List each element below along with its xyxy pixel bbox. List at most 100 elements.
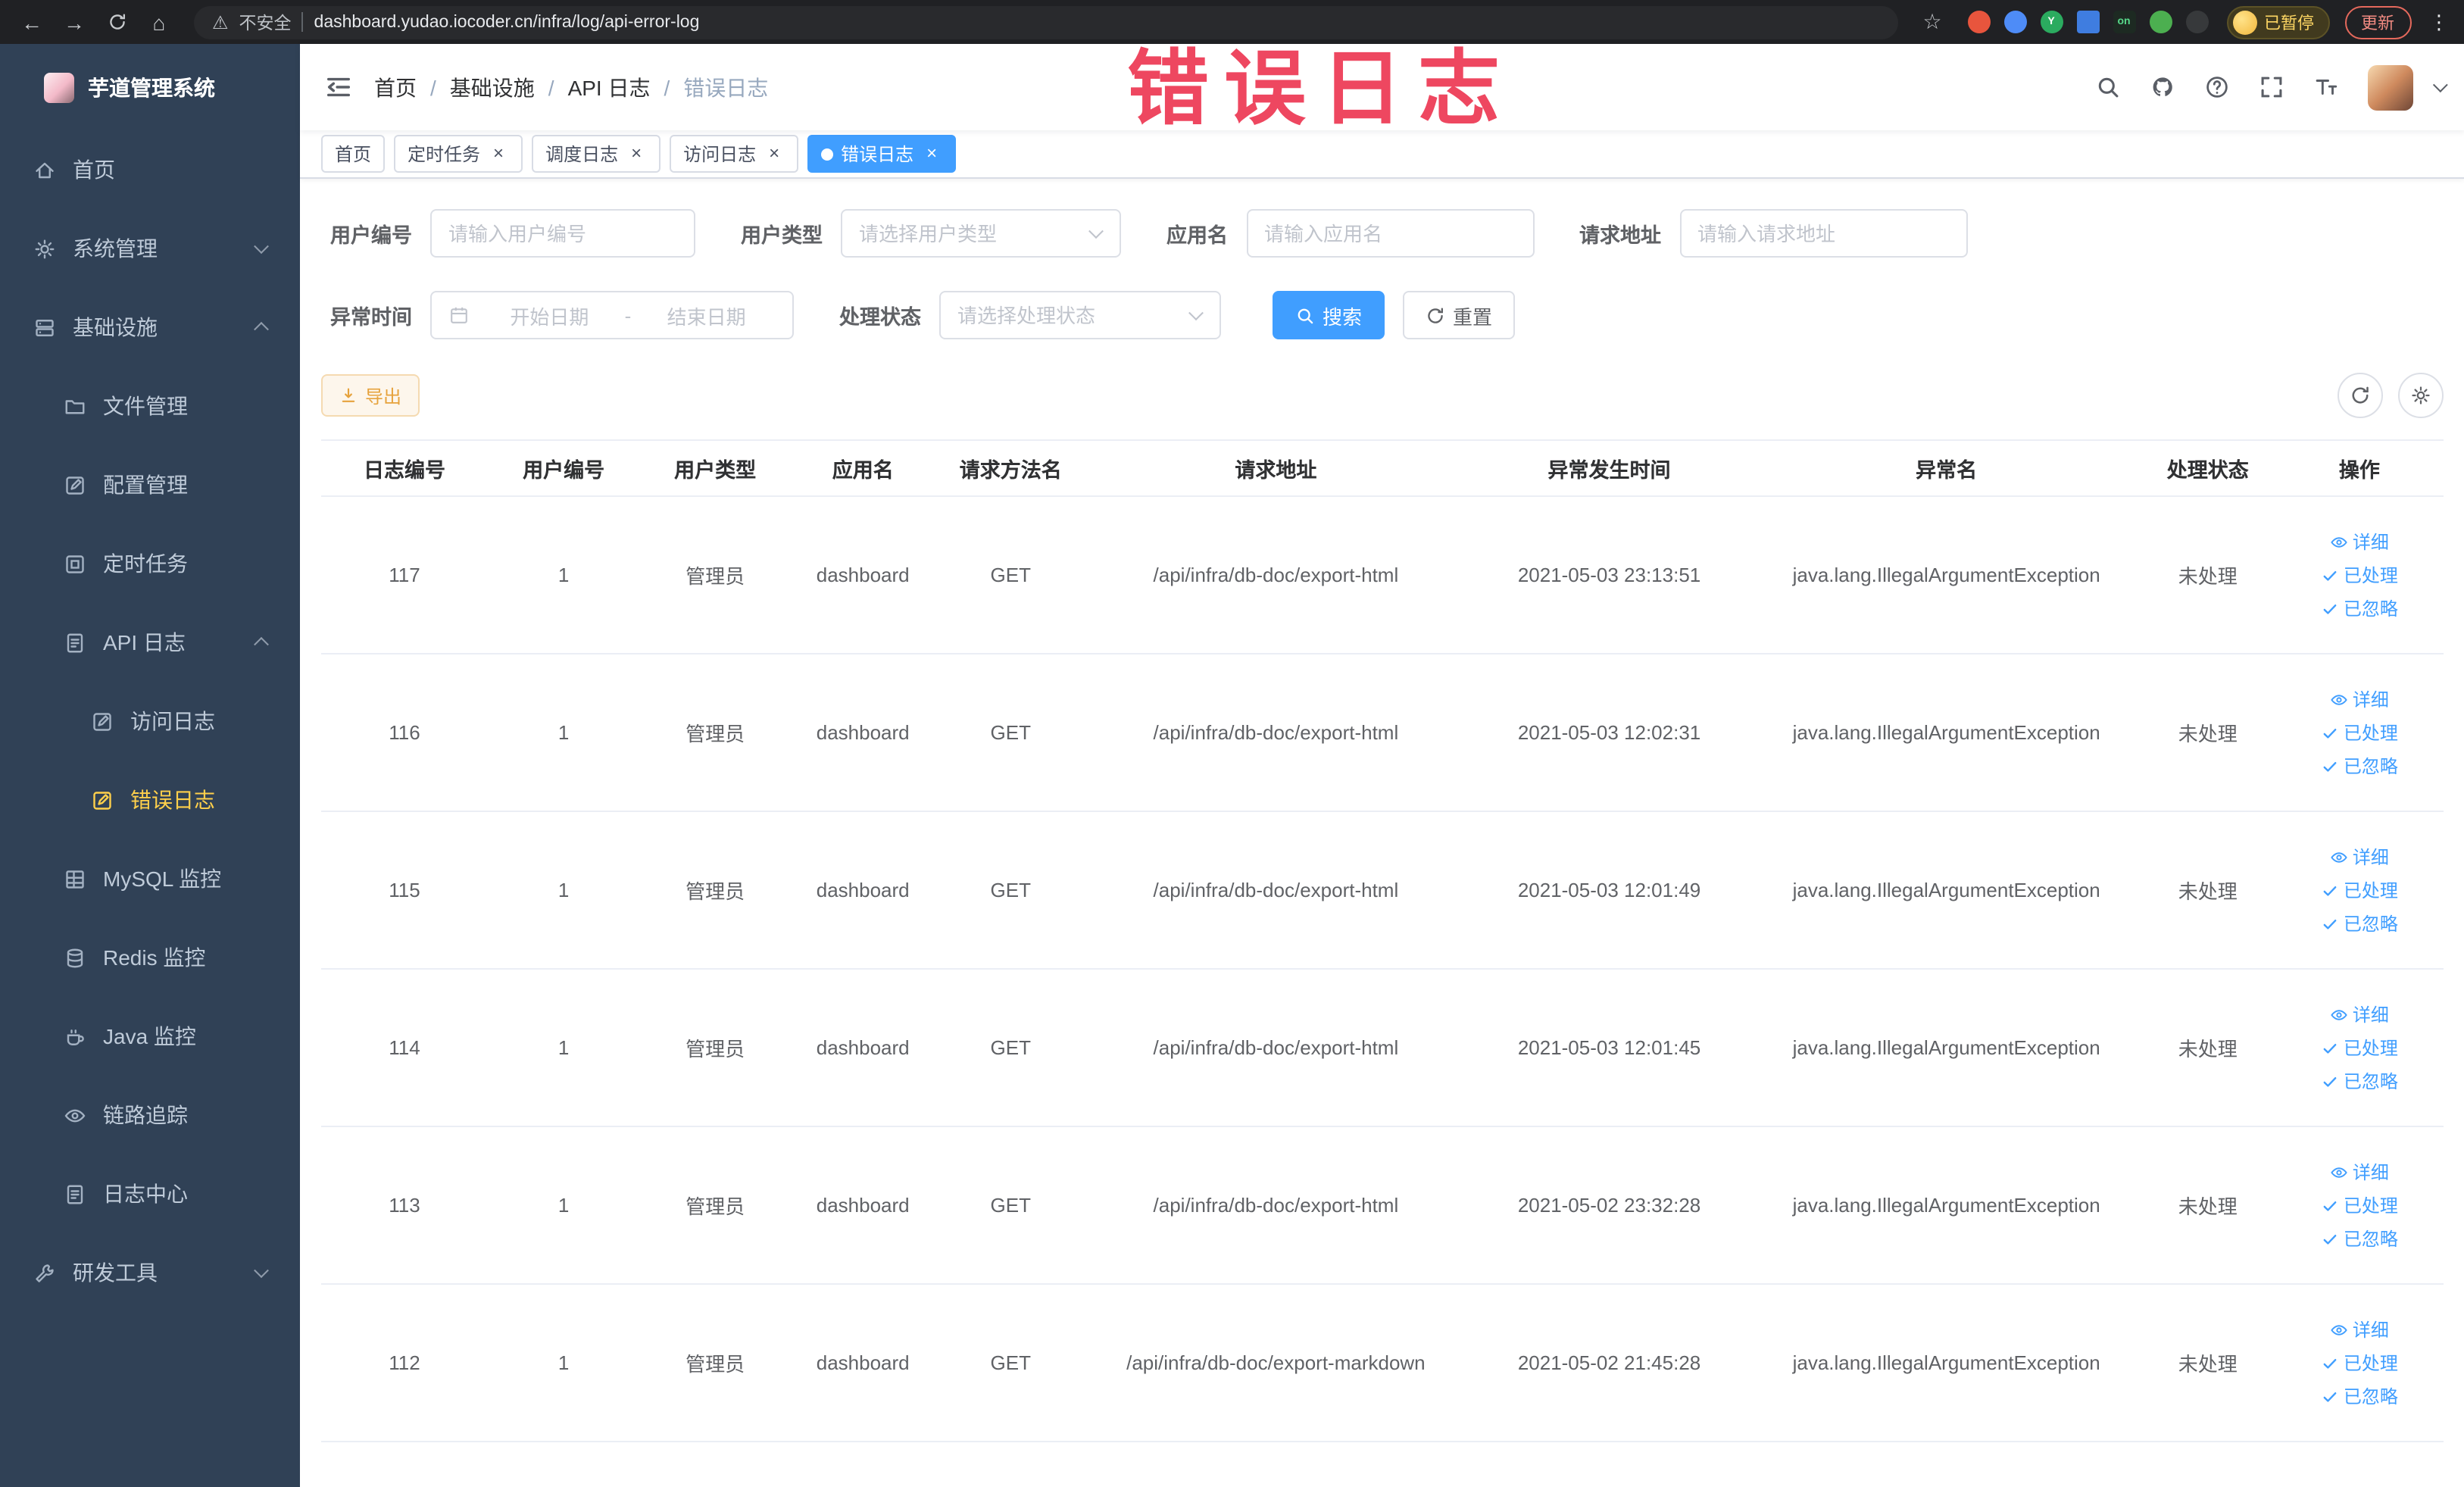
chevron-down-icon (254, 239, 269, 255)
filter-exception-time: 异常时间 开始日期 - 结束日期 (330, 291, 794, 339)
sidebar-item-java[interactable]: Java 监控 (0, 997, 300, 1076)
tab-api-error-log[interactable]: 错误日志 × (807, 135, 957, 173)
action-label: 已忽略 (2343, 1071, 2398, 1092)
extension-3-icon[interactable]: Y (2040, 11, 2063, 33)
action-processed-link[interactable]: 已处理 (2282, 716, 2437, 749)
profile-paused-badge[interactable]: 已暂停 (2226, 5, 2329, 39)
user-id-input[interactable] (448, 222, 677, 245)
app-name-input[interactable] (1264, 222, 1516, 245)
help-icon[interactable] (2203, 74, 2229, 100)
user-avatar[interactable] (2367, 64, 2412, 110)
action-ignored-link[interactable]: 已忽略 (2282, 1222, 2437, 1255)
update-button[interactable]: 更新 (2344, 5, 2411, 39)
action-detail-link[interactable]: 详细 (2282, 998, 2437, 1031)
start-date-placeholder: 开始日期 (510, 305, 589, 328)
sidebar-item-home[interactable]: 首页 (0, 130, 300, 209)
export-button[interactable]: 导出 (321, 374, 420, 417)
tab-job[interactable]: 定时任务 × (394, 135, 523, 173)
db-icon (64, 946, 86, 969)
action-processed-link[interactable]: 已处理 (2282, 873, 2437, 907)
tab-home[interactable]: 首页 (321, 135, 386, 173)
action-detail-link[interactable]: 详细 (2282, 1155, 2437, 1189)
action-label: 详细 (2352, 1004, 2389, 1026)
export-button-label: 导出 (365, 386, 402, 407)
sidebar-item-dev-tools[interactable]: 研发工具 (0, 1233, 300, 1312)
extension-1-icon[interactable] (1967, 11, 1990, 33)
github-icon[interactable] (2149, 74, 2175, 100)
cell-status: 未处理 (2139, 496, 2276, 654)
fullscreen-icon[interactable] (2258, 74, 2284, 100)
action-ignored-link[interactable]: 已忽略 (2282, 749, 2437, 783)
screen: ← → ⌂ ⚠ 不安全 dashboard.yudao.iocoder.cn/i… (0, 0, 2464, 1487)
forward-icon[interactable]: → (58, 5, 91, 39)
action-processed-link[interactable]: 已处理 (2282, 1346, 2437, 1379)
tab-close-icon[interactable]: × (921, 142, 942, 164)
action-detail-link[interactable]: 详细 (2282, 683, 2437, 716)
action-ignored-link[interactable]: 已忽略 (2282, 1064, 2437, 1098)
sidebar-item-mysql[interactable]: MySQL 监控 (0, 839, 300, 918)
sidebar-item-file[interactable]: 文件管理 (0, 367, 300, 445)
bookmark-star-icon[interactable]: ☆ (1916, 5, 1949, 39)
column-settings-button[interactable] (2397, 373, 2443, 418)
action-detail-link[interactable]: 详细 (2282, 840, 2437, 873)
reload-icon[interactable] (100, 5, 133, 39)
end-date-placeholder: 结束日期 (667, 305, 746, 328)
font-size-icon[interactable] (2313, 74, 2338, 100)
cell-url: /api/infra/db-doc/export-html (1086, 969, 1466, 1127)
app-logo[interactable]: 芋道管理系统 (0, 44, 300, 130)
user-type-select-input[interactable] (859, 222, 1103, 245)
column-header: 请求方法名 (935, 439, 1087, 497)
refresh-button[interactable] (2337, 373, 2382, 418)
gear-icon (2409, 385, 2431, 406)
sidebar-item-log-center[interactable]: 日志中心 (0, 1154, 300, 1233)
action-ignored-link[interactable]: 已忽略 (2282, 1379, 2437, 1413)
sidebar-toggle-icon[interactable] (324, 73, 353, 102)
extension-4-icon[interactable] (2076, 11, 2099, 33)
extension-6-icon[interactable] (2149, 11, 2172, 33)
cell-url: /api/infra/db-doc/export-html (1086, 654, 1466, 812)
cell-user_type: 管理员 (639, 1284, 792, 1442)
request-url-input[interactable] (1697, 222, 1949, 245)
reset-button[interactable]: 重置 (1403, 291, 1516, 339)
tab-job-log[interactable]: 调度日志 × (532, 135, 661, 173)
tab-close-icon[interactable]: × (488, 142, 509, 164)
sidebar-item-config[interactable]: 配置管理 (0, 445, 300, 524)
action-ignored-link[interactable]: 已忽略 (2282, 592, 2437, 625)
tab-api-access-log[interactable]: 访问日志 × (670, 135, 799, 173)
search-button[interactable]: 搜索 (1273, 291, 1385, 339)
caret-down-icon[interactable] (2431, 77, 2447, 93)
action-processed-link[interactable]: 已处理 (2282, 1031, 2437, 1064)
search-icon[interactable] (2094, 74, 2120, 100)
extension-2-icon[interactable] (2003, 11, 2026, 33)
breadcrumb-item-infra[interactable]: 基础设施 (450, 72, 535, 102)
sidebar-item-access-log[interactable]: 访问日志 (0, 682, 300, 761)
action-ignored-link[interactable]: 已忽略 (2282, 907, 2437, 940)
tab-close-icon[interactable]: × (626, 142, 647, 164)
process-status-select-input[interactable] (957, 304, 1203, 326)
user-type-select[interactable] (841, 209, 1121, 258)
action-detail-link[interactable]: 详细 (2282, 525, 2437, 558)
sidebar-item-redis[interactable]: Redis 监控 (0, 918, 300, 997)
sidebar-item-job[interactable]: 定时任务 (0, 524, 300, 603)
action-processed-link[interactable]: 已处理 (2282, 1189, 2437, 1222)
extension-7-icon[interactable] (2185, 11, 2208, 33)
sidebar-item-system[interactable]: 系统管理 (0, 209, 300, 288)
kebab-menu-icon[interactable]: ⋮ (2429, 10, 2449, 34)
exception-time-range-picker[interactable]: 开始日期 - 结束日期 (430, 291, 794, 339)
action-processed-link[interactable]: 已处理 (2282, 558, 2437, 592)
action-detail-link[interactable]: 详细 (2282, 1313, 2437, 1346)
extension-5-icon[interactable]: on (2113, 11, 2135, 33)
breadcrumb-item-home[interactable]: 首页 (374, 72, 417, 102)
cell-user_type: 管理员 (639, 969, 792, 1127)
sidebar-item-trace[interactable]: 链路追踪 (0, 1076, 300, 1154)
back-icon[interactable]: ← (15, 5, 48, 39)
tab-close-icon[interactable]: × (764, 142, 785, 164)
home-icon[interactable]: ⌂ (142, 5, 176, 39)
breadcrumb-item-api-log[interactable]: API 日志 (568, 72, 651, 102)
sidebar-item-api-log[interactable]: API 日志 (0, 603, 300, 682)
sidebar-item-error-log[interactable]: 错误日志 (0, 761, 300, 839)
user-id-field (430, 209, 695, 258)
sidebar-item-infra[interactable]: 基础设施 (0, 288, 300, 367)
address-bar[interactable]: ⚠ 不安全 dashboard.yudao.iocoder.cn/infra/l… (194, 5, 1897, 39)
process-status-select[interactable] (939, 291, 1221, 339)
